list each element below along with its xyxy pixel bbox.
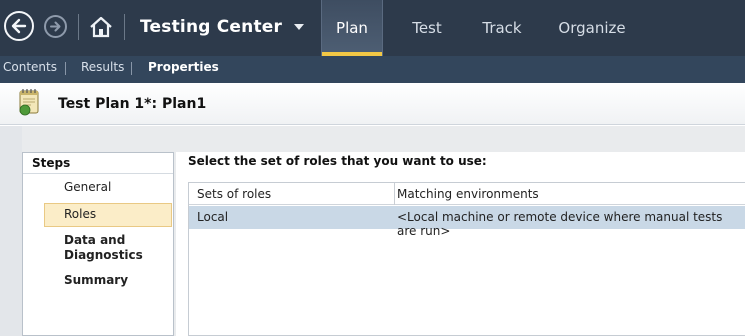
left-margin — [0, 126, 22, 336]
test-plan-icon — [19, 89, 39, 116]
column-header-sets-of-roles[interactable]: Sets of roles — [197, 187, 271, 201]
arrow-right-icon — [50, 21, 61, 32]
back-button[interactable] — [4, 11, 34, 41]
chevron-down-icon[interactable] — [294, 24, 304, 30]
toolbar-divider — [78, 14, 79, 40]
top-navigation-bar: Testing Center Plan Test Track Organize — [0, 0, 745, 56]
toolbar-divider — [124, 14, 125, 40]
steps-panel: Steps General Roles Data and Diagnostics… — [22, 152, 174, 336]
step-general[interactable]: General — [44, 180, 172, 195]
instruction-text: Select the set of roles that you want to… — [188, 154, 487, 168]
subnav-divider — [65, 62, 66, 75]
table-header: Sets of roles Matching environments — [189, 183, 745, 205]
roles-table: Sets of roles Matching environments Loca… — [188, 182, 745, 336]
home-icon — [90, 16, 112, 38]
tab-plan[interactable]: Plan — [321, 0, 383, 56]
sub-navigation: Contents Results Properties — [0, 56, 745, 83]
tab-organize[interactable]: Organize — [554, 0, 630, 56]
forward-button[interactable] — [44, 15, 67, 38]
page-title: Test Plan 1*: Plan1 — [58, 96, 207, 112]
tab-track[interactable]: Track — [476, 0, 528, 56]
subnav-properties-link[interactable]: Properties — [148, 60, 219, 74]
home-button[interactable] — [88, 14, 114, 40]
subnav-results-link[interactable]: Results — [81, 60, 124, 74]
cell-set-of-roles: Local — [197, 210, 229, 224]
page-header: Test Plan 1*: Plan1 — [0, 83, 745, 125]
cell-matching-environment: <Local machine or remote device where ma… — [397, 210, 723, 238]
subnav-divider — [131, 62, 132, 75]
column-header-matching-environments[interactable]: Matching environments — [397, 187, 539, 201]
properties-content: Steps General Roles Data and Diagnostics… — [0, 126, 745, 336]
step-summary[interactable]: Summary — [44, 273, 172, 288]
app-title: Testing Center — [140, 17, 283, 37]
roles-panel: Select the set of roles that you want to… — [176, 152, 745, 336]
tab-test[interactable]: Test — [405, 0, 449, 56]
column-divider[interactable] — [394, 183, 395, 205]
step-data-and-diagnostics[interactable]: Data and Diagnostics — [44, 233, 172, 263]
steps-heading: Steps — [32, 156, 71, 170]
subnav-contents-link[interactable]: Contents — [3, 60, 57, 74]
divider — [23, 173, 173, 174]
arrow-left-icon — [11, 18, 27, 34]
table-row[interactable]: Local <Local machine or remote device wh… — [189, 206, 745, 238]
step-roles[interactable]: Roles — [44, 203, 172, 227]
